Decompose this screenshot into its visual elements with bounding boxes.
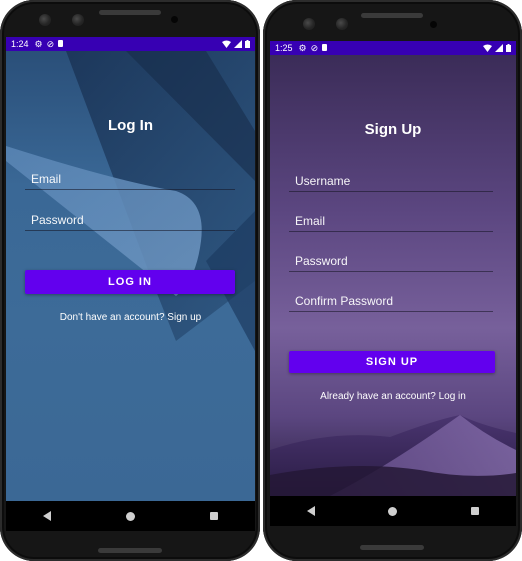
email-input[interactable] bbox=[25, 169, 235, 189]
status-bar: 1:25 ⚙ ⊘ bbox=[270, 41, 516, 55]
sd-card-icon bbox=[58, 37, 64, 51]
status-time: 1:25 bbox=[275, 43, 293, 53]
earpiece-speaker bbox=[99, 10, 161, 15]
battery-icon bbox=[506, 44, 511, 52]
back-icon[interactable] bbox=[43, 511, 52, 521]
front-camera bbox=[303, 18, 315, 30]
confirm-password-input[interactable] bbox=[289, 291, 493, 311]
settings-icon: ⚙ bbox=[34, 39, 43, 49]
sync-icon: ⊘ bbox=[46, 39, 55, 49]
front-sensor bbox=[336, 18, 348, 30]
password-field[interactable] bbox=[25, 210, 235, 231]
email-input[interactable] bbox=[289, 211, 493, 231]
wifi-icon bbox=[222, 40, 231, 48]
page-title: Log In bbox=[108, 117, 153, 134]
status-time: 1:24 bbox=[11, 39, 29, 49]
front-camera bbox=[39, 14, 51, 26]
signup-button[interactable]: SIGN UP bbox=[289, 351, 495, 373]
login-button[interactable]: LOG IN bbox=[25, 270, 235, 294]
proximity-sensor bbox=[430, 21, 437, 28]
proximity-sensor bbox=[171, 16, 178, 23]
earpiece-speaker bbox=[361, 13, 423, 18]
home-icon[interactable] bbox=[388, 506, 398, 516]
username-input[interactable] bbox=[289, 171, 493, 191]
login-screen: 1:24 ⚙ ⊘ Log In Email LOG IN Don't have … bbox=[6, 37, 255, 501]
navigation-bar bbox=[6, 501, 255, 531]
signup-link[interactable]: Don't have an account? Sign up bbox=[6, 312, 255, 323]
phone-signup: 1:25 ⚙ ⊘ Sign Up Username Email SIGN UP … bbox=[263, 0, 522, 561]
navigation-bar bbox=[270, 496, 516, 526]
settings-icon: ⚙ bbox=[298, 43, 307, 53]
password-field[interactable] bbox=[289, 251, 493, 272]
confirm-password-field[interactable] bbox=[289, 291, 493, 312]
password-input[interactable] bbox=[289, 251, 493, 271]
bottom-speaker bbox=[98, 548, 162, 553]
status-bar: 1:24 ⚙ ⊘ bbox=[6, 37, 255, 51]
signup-screen: 1:25 ⚙ ⊘ Sign Up Username Email SIGN UP … bbox=[270, 41, 516, 496]
recent-apps-icon[interactable] bbox=[209, 512, 218, 520]
signal-icon bbox=[234, 40, 242, 48]
signal-icon bbox=[495, 44, 503, 52]
login-background: Log In LOG IN Don't have an account? Sig… bbox=[6, 51, 255, 501]
bottom-speaker bbox=[360, 545, 424, 550]
recent-apps-icon[interactable] bbox=[471, 507, 480, 515]
email-field[interactable] bbox=[289, 211, 493, 232]
username-field[interactable] bbox=[289, 171, 493, 192]
login-link[interactable]: Already have an account? Log in bbox=[270, 391, 516, 402]
page-title: Sign Up bbox=[364, 121, 422, 138]
sync-icon: ⊘ bbox=[310, 43, 319, 53]
phone-login: 1:24 ⚙ ⊘ Log In Email LOG IN Don't have … bbox=[0, 0, 260, 561]
password-input[interactable] bbox=[25, 210, 235, 230]
battery-icon bbox=[245, 40, 250, 48]
home-icon[interactable] bbox=[125, 511, 135, 521]
signup-background: Sign Up SIGN UP Already have an account?… bbox=[270, 55, 516, 496]
email-field[interactable] bbox=[25, 169, 235, 190]
wifi-icon bbox=[483, 44, 492, 52]
front-sensor bbox=[72, 14, 84, 26]
sd-card-icon bbox=[322, 41, 328, 55]
back-icon[interactable] bbox=[306, 506, 315, 516]
